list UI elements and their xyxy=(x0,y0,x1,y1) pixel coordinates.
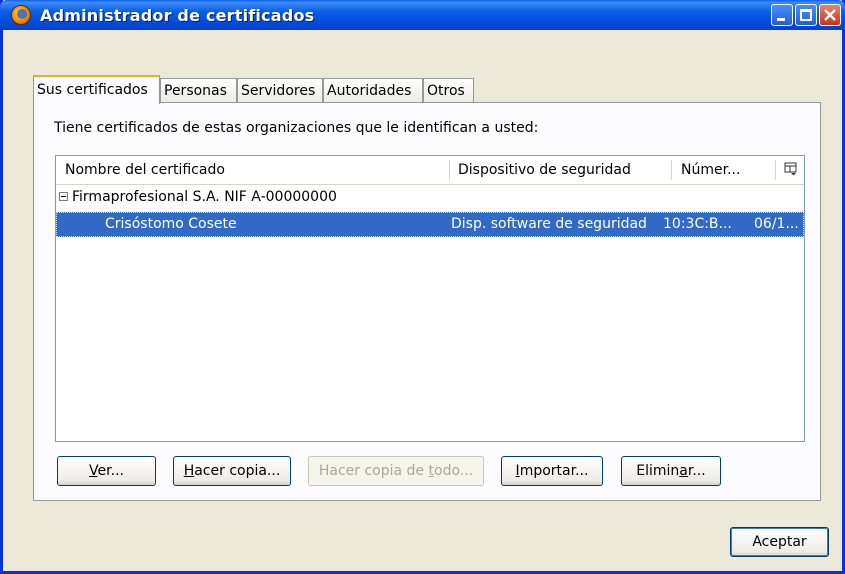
cert-expires: 06/1... xyxy=(754,216,799,232)
collapse-icon[interactable] xyxy=(59,192,68,201)
table-header: Nombre del certificado Dispositivo de se… xyxy=(56,156,804,185)
group-name: Firmaprofesional S.A. NIF A-00000000 xyxy=(72,189,337,205)
tab-your-certificates[interactable]: Sus certificados xyxy=(33,75,160,104)
tab-authorities[interactable]: Autoridades xyxy=(323,78,423,102)
minimize-icon xyxy=(777,18,785,21)
certificate-group-row[interactable]: Firmaprofesional S.A. NIF A-00000000 xyxy=(56,185,804,210)
table-row[interactable]: Crisóstomo Cosete Disp. software de segu… xyxy=(56,212,804,237)
certificate-manager-window: Administrador de certificados Sus certif… xyxy=(0,0,845,574)
close-button[interactable] xyxy=(819,4,841,26)
close-icon xyxy=(824,9,836,21)
cert-device: Disp. software de seguridad xyxy=(451,216,647,232)
column-header-name[interactable]: Nombre del certificado xyxy=(65,156,225,184)
column-picker-icon[interactable] xyxy=(784,162,798,176)
tab-people[interactable]: Personas xyxy=(160,78,237,102)
tab-servers[interactable]: Servidores xyxy=(237,78,323,102)
minimize-button[interactable] xyxy=(771,4,793,26)
certificate-tree[interactable]: Nombre del certificado Dispositivo de se… xyxy=(55,155,805,442)
column-divider[interactable] xyxy=(449,160,450,180)
backup-all-button[interactable]: Hacer copia de todo... xyxy=(308,456,484,486)
title-bar[interactable]: Administrador de certificados xyxy=(0,0,845,30)
firefox-icon xyxy=(12,6,30,24)
maximize-button[interactable] xyxy=(795,4,817,26)
column-divider[interactable] xyxy=(775,160,776,180)
backup-button[interactable]: Hacer copia... xyxy=(173,456,291,486)
import-button[interactable]: Importar... xyxy=(501,456,603,486)
column-header-device[interactable]: Dispositivo de seguridad xyxy=(458,156,631,184)
description-text: Tiene certificados de estas organizacion… xyxy=(54,120,539,136)
column-header-serial[interactable]: Númer... xyxy=(681,156,740,184)
view-button[interactable]: Ver... xyxy=(57,456,156,486)
column-divider[interactable] xyxy=(671,160,672,180)
tab-others[interactable]: Otros xyxy=(423,78,474,102)
cert-name: Crisóstomo Cosete xyxy=(105,216,237,232)
accept-button[interactable]: Aceptar xyxy=(730,527,829,557)
delete-button[interactable]: Eliminar... xyxy=(621,456,721,486)
cert-serial: 10:3C:B... xyxy=(663,216,732,232)
window-title: Administrador de certificados xyxy=(40,6,315,25)
maximize-icon xyxy=(800,9,812,21)
